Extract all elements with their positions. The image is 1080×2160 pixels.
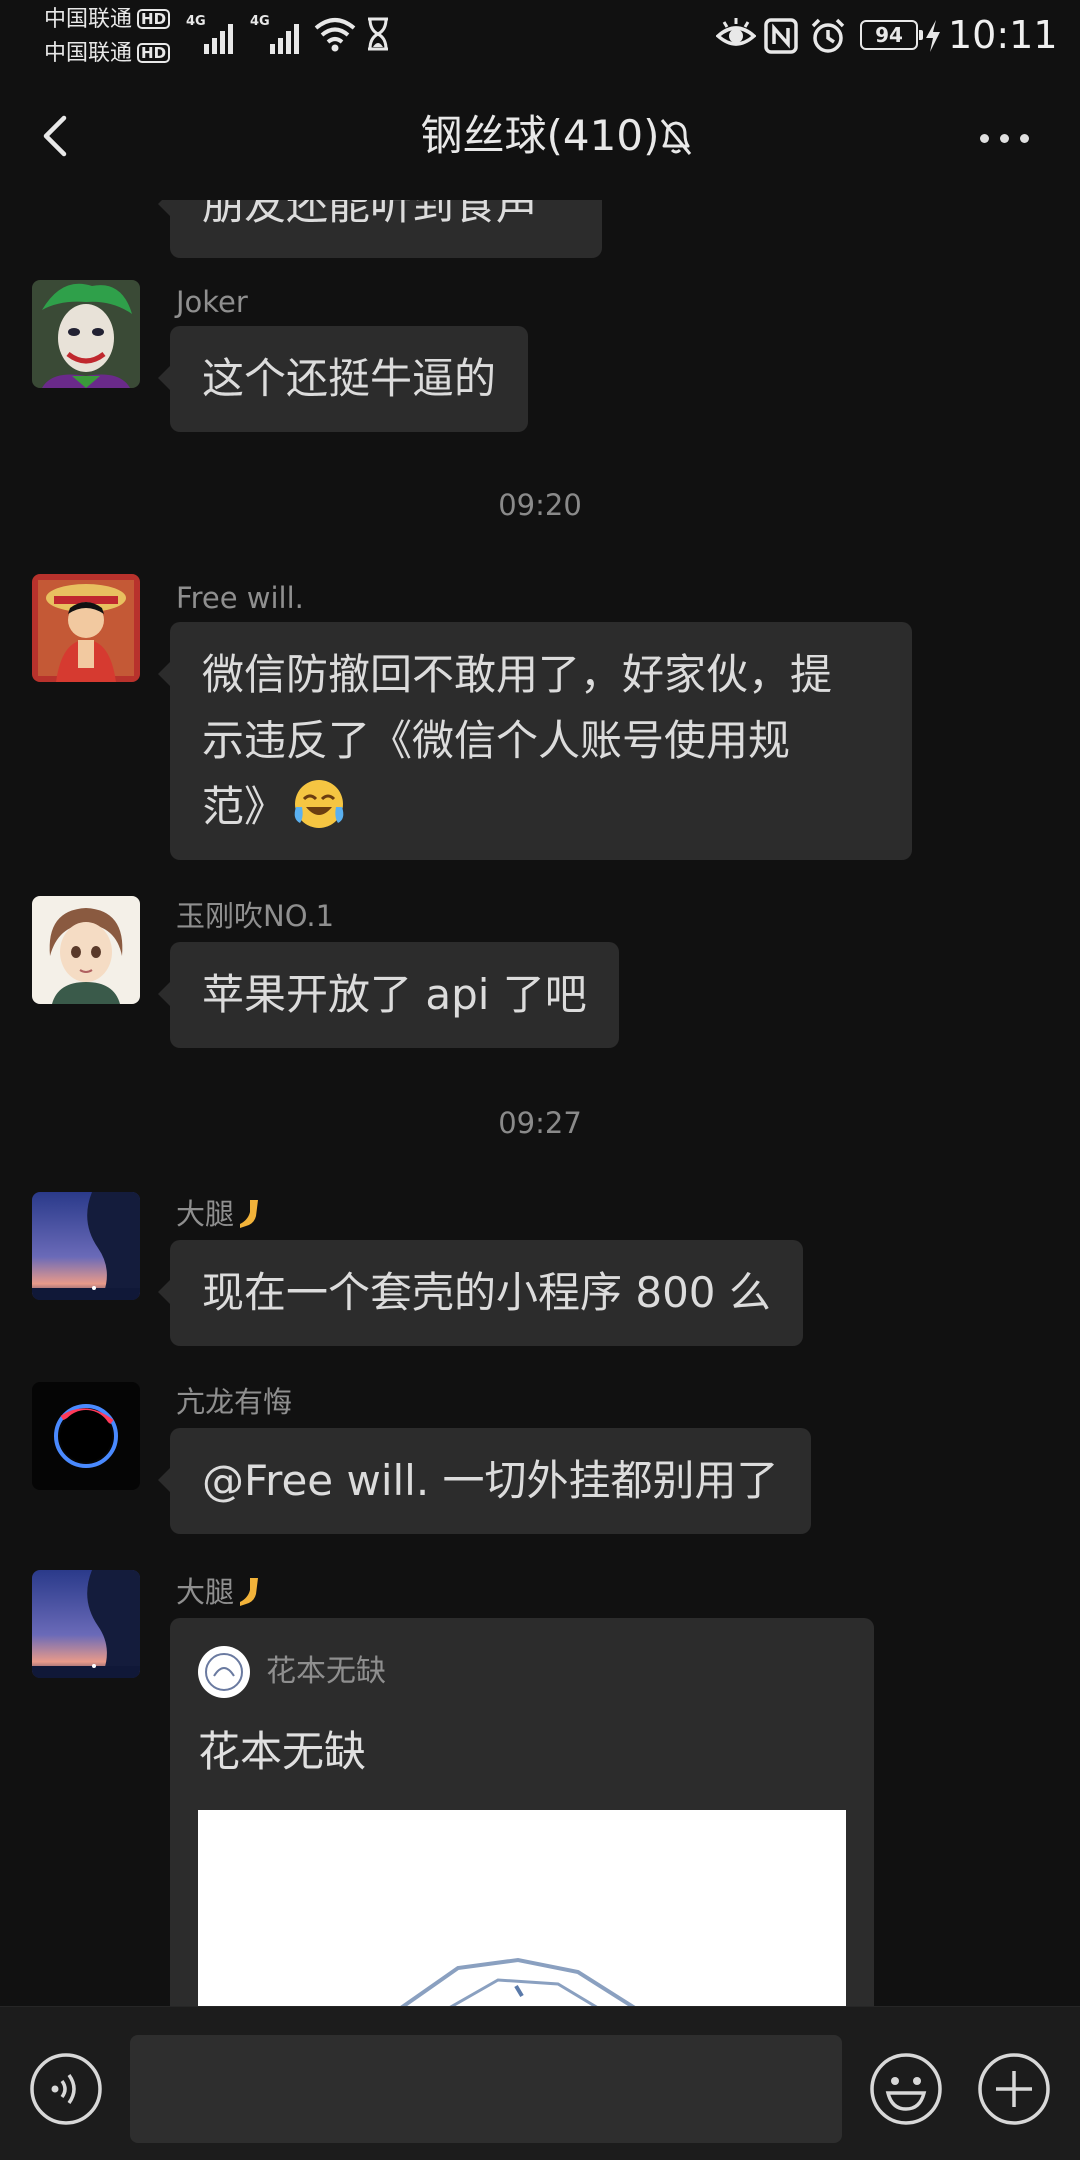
status-bar: 中国联通 HD 中国联通 HD 4G 4G 94 10:11 [0, 0, 1080, 72]
message-bubble[interactable]: @Free will. 一切外挂都别用了 [158, 1428, 811, 1534]
back-icon[interactable] [30, 106, 90, 166]
mini-program-logo [198, 1646, 250, 1698]
luffy-avatar[interactable] [32, 574, 140, 682]
message-line: 微信防撤回不敢用了，好家伙，提 [202, 650, 833, 699]
chat-title-text: 钢丝球(410) [420, 111, 660, 160]
mute-bell-icon [660, 119, 692, 155]
message-bubble[interactable]: 微信防撤回不敢用了，好家伙，提 示违反了《微信个人账号使用规 范》 [158, 622, 912, 860]
message-line-text: 范》 [202, 782, 287, 831]
sender-name: 亢龙有悔 [176, 1385, 293, 1419]
chat-screen: 中国联通 HD 中国联通 HD 4G 4G 94 10:11 钢丝球(410) … [0, 0, 1080, 2160]
carrier-1-label: 中国联通 [44, 7, 133, 32]
charging-icon [926, 20, 940, 52]
sender-name: 大腿 [176, 1574, 268, 1610]
card-source: 花本无缺 [266, 1654, 386, 1689]
leg-emoji [240, 1200, 259, 1228]
carrier-1: 中国联通 HD [44, 7, 171, 33]
eclipse-avatar[interactable] [32, 1382, 140, 1490]
voice-icon[interactable] [28, 2051, 104, 2127]
emoji-face-icon[interactable] [868, 2051, 944, 2127]
message-bubble[interactable]: 现在一个套壳的小程序 800 么 [158, 1240, 803, 1346]
signal-icon: 4G [250, 14, 306, 54]
sunset-avatar[interactable] [32, 1570, 140, 1678]
card-image [198, 1810, 846, 2006]
message-bubble[interactable]: 苹果开放了 api 了吧 [158, 942, 619, 1048]
sender-name-text: 大腿 [176, 1197, 235, 1231]
message-line: 范》 [202, 774, 880, 840]
sender-name: 大腿 [176, 1196, 268, 1232]
network-type-2: 4G [250, 14, 270, 29]
message-line: 示违反了《微信个人账号使用规 [202, 716, 791, 765]
crying-laughing-emoji [294, 780, 344, 828]
nav-bar: 钢丝球(410) [0, 72, 1080, 200]
eye-icon [716, 18, 756, 46]
battery-icon: 94 [860, 20, 923, 50]
wifi-icon [314, 18, 356, 52]
network-type-1: 4G [186, 14, 206, 29]
signal-icon: 4G [186, 14, 238, 54]
message-list[interactable]: 朋友还能听到食声 Joker 这个还挺牛逼的 09:20 Free will. … [0, 200, 1080, 2006]
hd-badge-2: HD [137, 43, 171, 63]
message-bubble[interactable]: 朋友还能听到食声 [158, 200, 602, 258]
more-icon[interactable] [970, 106, 1040, 166]
sender-name: Joker [176, 285, 248, 319]
leg-emoji [240, 1578, 259, 1606]
alarm-icon [811, 18, 845, 53]
sunset-avatar[interactable] [32, 1192, 140, 1300]
timestamp: 09:27 [498, 1106, 582, 1140]
status-time: 10:11 [948, 13, 1058, 57]
message-input[interactable] [130, 2035, 842, 2143]
timestamp: 09:20 [498, 488, 582, 522]
sender-name-text: 大腿 [176, 1575, 235, 1609]
anime-boy-avatar[interactable] [32, 896, 140, 1004]
carrier-2: 中国联通 HD [44, 41, 171, 67]
hourglass-icon [368, 17, 388, 51]
joker-avatar[interactable] [32, 280, 140, 388]
carrier-2-label: 中国联通 [44, 41, 133, 66]
mini-program-card[interactable]: 花本无缺 花本无缺 [170, 1618, 874, 2006]
nfc-icon [764, 18, 798, 54]
sender-name: 玉刚吹NO.1 [176, 899, 335, 933]
input-bar [0, 2006, 1080, 2160]
chat-title: 钢丝球(410) [0, 106, 1080, 166]
sender-name: Free will. [176, 581, 304, 615]
hd-badge-1: HD [137, 9, 171, 29]
plus-icon[interactable] [976, 2051, 1052, 2127]
card-title: 花本无缺 [198, 1727, 367, 1776]
battery-level: 94 [875, 23, 903, 47]
message-bubble[interactable]: 这个还挺牛逼的 [157, 326, 529, 432]
